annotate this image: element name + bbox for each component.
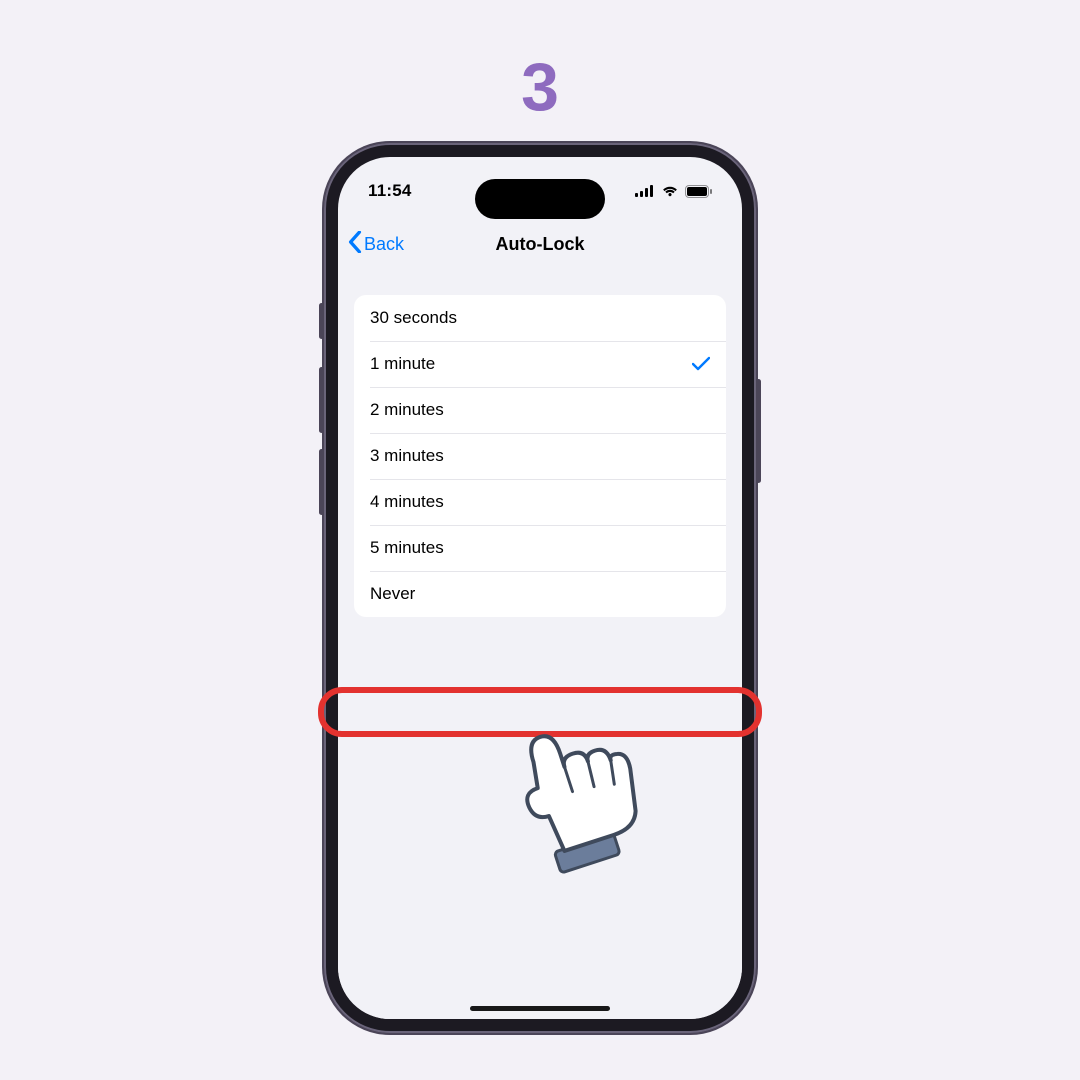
- cellular-signal-icon: [635, 185, 655, 197]
- checkmark-icon: [692, 356, 710, 372]
- dynamic-island: [475, 179, 605, 219]
- home-indicator: [470, 1006, 610, 1011]
- auto-lock-option[interactable]: 5 minutes: [354, 525, 726, 571]
- auto-lock-options-list: 30 seconds 1 minute 2 minutes 3 minutes 4 mi…: [354, 295, 726, 617]
- option-label: 2 minutes: [370, 400, 444, 420]
- option-label: 1 minute: [370, 354, 435, 374]
- option-label: 5 minutes: [370, 538, 444, 558]
- back-button[interactable]: Back: [348, 231, 404, 258]
- battery-icon: [685, 185, 712, 198]
- auto-lock-option[interactable]: 4 minutes: [354, 479, 726, 525]
- status-time: 11:54: [368, 181, 412, 201]
- auto-lock-option[interactable]: Never: [354, 571, 726, 617]
- phone-mockup: 11:54: [324, 143, 756, 1033]
- auto-lock-option[interactable]: 3 minutes: [354, 433, 726, 479]
- option-label: 4 minutes: [370, 492, 444, 512]
- option-label: Never: [370, 584, 415, 604]
- auto-lock-option[interactable]: 2 minutes: [354, 387, 726, 433]
- chevron-left-icon: [348, 231, 364, 258]
- nav-header: Back Auto-Lock: [338, 221, 742, 267]
- side-button-power: [756, 379, 761, 483]
- auto-lock-option[interactable]: 30 seconds: [354, 295, 726, 341]
- settings-content: 30 seconds 1 minute 2 minutes 3 minutes 4 mi…: [338, 287, 742, 1019]
- phone-screen: 11:54: [338, 157, 742, 1019]
- back-label: Back: [364, 234, 404, 255]
- auto-lock-option[interactable]: 1 minute: [354, 341, 726, 387]
- option-label: 30 seconds: [370, 308, 457, 328]
- option-label: 3 minutes: [370, 446, 444, 466]
- step-number: 3: [0, 48, 1080, 126]
- wifi-icon: [661, 185, 679, 197]
